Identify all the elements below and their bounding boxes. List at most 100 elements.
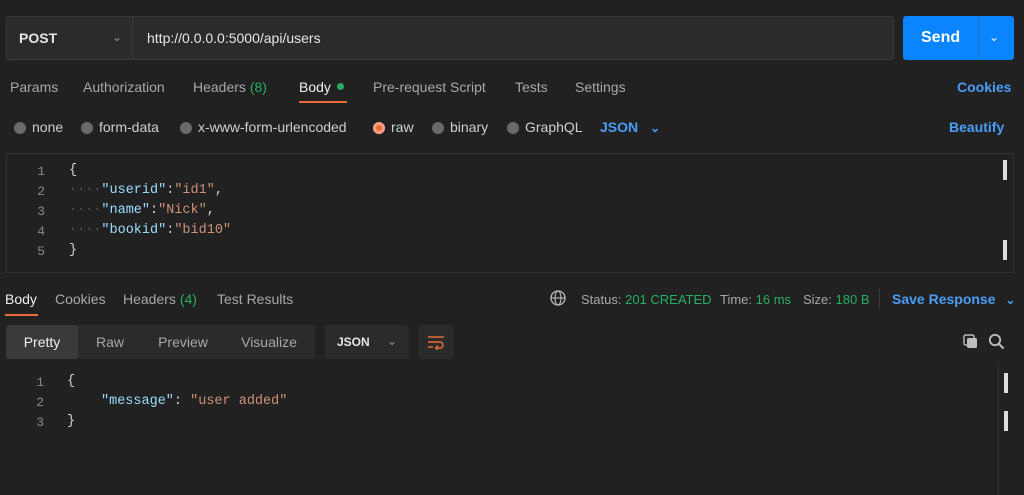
radio-urlencoded-label: x-www-form-urlencoded	[198, 119, 347, 135]
time-label: Time:	[720, 292, 753, 307]
url-input[interactable]: http://0.0.0.0:5000/api/users	[147, 30, 321, 46]
save-response-label: Save Response	[892, 291, 996, 307]
tab-params[interactable]: Params	[10, 79, 58, 95]
scrollbar-thumb[interactable]	[1004, 373, 1008, 393]
response-format-label: JSON	[337, 335, 370, 349]
radio-circle	[432, 122, 444, 134]
json-separator: ,	[206, 203, 215, 218]
line-number: 2	[36, 395, 44, 410]
json-key: "bookid"	[101, 223, 167, 238]
tab-settings[interactable]: Settings	[575, 79, 626, 95]
view-mode-pretty[interactable]: Pretty	[6, 325, 78, 359]
radio-graphql-label: GraphQL	[525, 119, 583, 135]
request-body-editor[interactable]: 1 2 3 4 5 { ····"userid":"id1", ····"nam…	[6, 153, 1014, 273]
json-key: "userid"	[101, 183, 167, 198]
code-open-brace: {	[67, 374, 76, 389]
body-format-label: JSON	[600, 119, 639, 135]
view-mode-group: Pretty Raw Preview Visualize	[6, 325, 315, 359]
body-format-select[interactable]: JSON ⌄	[600, 119, 660, 135]
scrollbar-thumb[interactable]	[1003, 240, 1007, 260]
tab-headers[interactable]: Headers (8)	[193, 79, 267, 95]
response-tab-cookies[interactable]: Cookies	[55, 291, 106, 307]
status-readout: Status: 201 CREATED	[581, 292, 712, 307]
code-open-brace: {	[69, 163, 78, 178]
json-key: "message"	[101, 394, 174, 409]
chevron-down-icon: ⌄	[111, 30, 122, 44]
active-tab-indicator	[299, 101, 347, 103]
cookies-link[interactable]: Cookies	[957, 79, 1011, 95]
radio-circle	[14, 122, 26, 134]
view-mode-preview[interactable]: Preview	[146, 325, 220, 359]
method-label: POST	[19, 30, 58, 46]
code-line: "message": "user added"	[101, 394, 287, 409]
tab-body[interactable]: Body	[299, 79, 344, 95]
response-format-select[interactable]: JSON ⌄	[325, 325, 409, 359]
response-tab-headers[interactable]: Headers (4)	[123, 291, 197, 307]
status-label: Status:	[581, 292, 622, 307]
response-tab-body[interactable]: Body	[5, 291, 37, 307]
view-mode-raw[interactable]: Raw	[80, 325, 140, 359]
radio-circle	[180, 122, 192, 134]
wrap-icon	[428, 336, 444, 350]
radio-graphql[interactable]: GraphQL	[507, 119, 583, 135]
json-value: "id1"	[174, 183, 215, 198]
json-colon: :	[173, 394, 191, 409]
beautify-link[interactable]: Beautify	[949, 119, 1004, 135]
radio-form-data[interactable]: form-data	[81, 119, 159, 135]
chevron-down-icon[interactable]: ⌄	[989, 30, 999, 44]
json-value: "user added"	[190, 394, 288, 409]
line-number: 3	[36, 415, 44, 430]
chevron-down-icon: ⌄	[650, 121, 661, 135]
save-response-button[interactable]: Save Response ⌄	[892, 291, 1015, 307]
response-tab-test-results[interactable]: Test Results	[217, 291, 293, 307]
method-select[interactable]: POST ⌄	[7, 17, 133, 59]
chevron-down-icon: ⌄	[386, 334, 397, 348]
json-value: "Nick"	[158, 203, 207, 218]
wrap-lines-button[interactable]	[418, 325, 454, 359]
tab-headers-label: Headers	[193, 79, 246, 95]
radio-binary[interactable]: binary	[432, 119, 488, 135]
chevron-down-icon: ⌄	[1005, 293, 1016, 307]
radio-none[interactable]: none	[14, 119, 63, 135]
response-tab-headers-label: Headers	[123, 291, 176, 307]
view-mode-visualize[interactable]: Visualize	[230, 325, 308, 359]
url-bar: POST ⌄ http://0.0.0.0:5000/api/users	[6, 16, 894, 60]
radio-form-data-label: form-data	[99, 119, 159, 135]
size-value: 180 B	[835, 292, 870, 307]
search-icon[interactable]	[988, 333, 1005, 350]
indent-guide: ····	[69, 183, 102, 198]
code-close-brace: }	[67, 414, 76, 429]
active-tab-indicator	[5, 314, 38, 316]
indent-guide: ····	[69, 223, 102, 238]
scrollbar-track	[998, 365, 999, 495]
time-value: 16 ms	[755, 292, 792, 307]
json-key: "name"	[101, 203, 151, 218]
tab-tests[interactable]: Tests	[515, 79, 548, 95]
response-body-viewer[interactable]: 1 2 3 { "message": "user added" }	[0, 365, 1024, 495]
line-number: 5	[37, 244, 45, 259]
code-line: ····"bookid":"bid10"	[69, 223, 231, 238]
status-dot	[336, 83, 344, 90]
send-label: Send	[921, 29, 961, 46]
size-readout: Size: 180 B	[803, 292, 870, 307]
tab-body-label: Body	[299, 79, 331, 95]
radio-circle	[81, 122, 93, 134]
headers-count: (8)	[249, 79, 267, 95]
line-number: 2	[37, 184, 45, 199]
radio-urlencoded[interactable]: x-www-form-urlencoded	[180, 119, 347, 135]
tab-prerequest-script[interactable]: Pre-request Script	[373, 79, 486, 95]
json-separator: ,	[214, 183, 223, 198]
copy-icon[interactable]	[962, 333, 979, 350]
scrollbar-thumb[interactable]	[1004, 411, 1008, 431]
status-value: 201 CREATED	[625, 292, 712, 307]
scrollbar-thumb[interactable]	[1003, 160, 1007, 180]
tab-authorization[interactable]: Authorization	[83, 79, 165, 95]
code-line: ····"userid":"id1",	[69, 183, 223, 198]
line-number: 4	[37, 224, 45, 239]
radio-raw[interactable]: raw	[373, 119, 414, 135]
radio-raw-label: raw	[391, 119, 414, 135]
line-number: 3	[37, 204, 45, 219]
globe-icon[interactable]	[550, 290, 566, 306]
radio-circle	[507, 122, 519, 134]
send-button[interactable]: Send ⌄	[903, 16, 1014, 60]
